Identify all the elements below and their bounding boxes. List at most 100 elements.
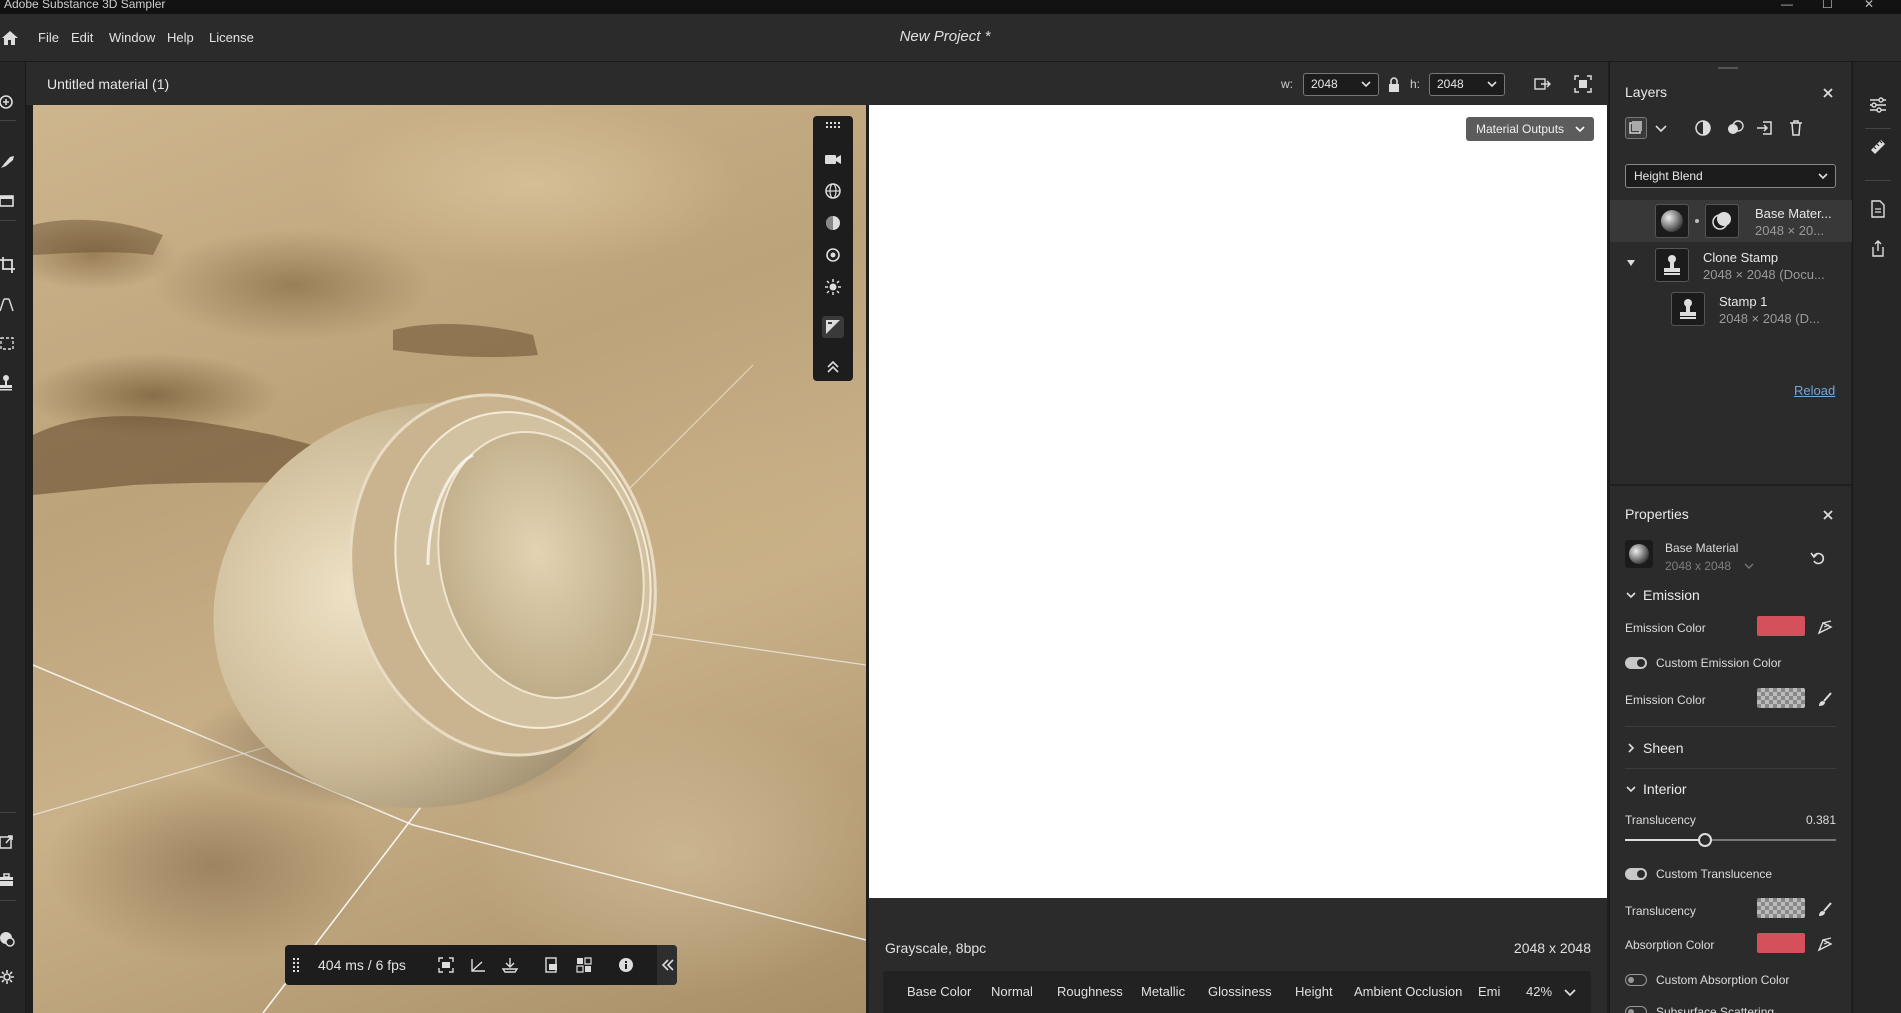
screenshot-icon[interactable] <box>543 956 561 974</box>
layer-size: 2048 × 20... <box>1755 223 1825 238</box>
custom-absorption-toggle[interactable] <box>1625 974 1647 986</box>
section-interior[interactable]: Interior <box>1625 781 1687 797</box>
tab-roughness[interactable]: Roughness <box>1057 984 1123 999</box>
menu-window[interactable]: Window <box>109 30 155 45</box>
chevron-right-icon <box>1625 742 1637 754</box>
environment-icon[interactable] <box>824 182 842 200</box>
settings-icon[interactable] <box>0 969 16 985</box>
toolbox-icon[interactable] <box>0 872 16 888</box>
tab-ambient-occlusion[interactable]: Ambient Occlusion <box>1354 984 1462 999</box>
menu-license[interactable]: License <box>209 30 254 45</box>
chevron-down-icon[interactable] <box>1563 985 1577 999</box>
fit-view-icon[interactable] <box>1574 75 1592 93</box>
section-emission[interactable]: Emission <box>1625 587 1700 603</box>
share-icon[interactable] <box>1869 240 1887 258</box>
subsurface-toggle[interactable] <box>1625 1006 1647 1013</box>
ground-icon[interactable] <box>501 956 519 974</box>
display-mode-icon[interactable] <box>822 316 844 338</box>
layer-item-base-material[interactable]: Base Mater... 2048 × 20... <box>1610 200 1852 242</box>
layers-title: Layers <box>1625 84 1668 100</box>
chevron-down-icon <box>1486 78 1498 90</box>
material-sphere-icon[interactable] <box>824 214 842 232</box>
rocket-icon[interactable] <box>0 154 16 170</box>
crop-icon[interactable] <box>0 257 16 273</box>
section-sheen[interactable]: Sheen <box>1625 740 1683 756</box>
layer-item-clone-stamp[interactable]: Clone Stamp 2048 × 2048 (Docu... <box>1610 244 1852 286</box>
lock-icon[interactable] <box>1387 77 1405 95</box>
tab-normal[interactable]: Normal <box>991 984 1033 999</box>
minimize-button[interactable]: — <box>1781 0 1793 11</box>
collapse-toolbar-button[interactable] <box>657 945 677 985</box>
color-picker-icon[interactable] <box>1817 936 1833 952</box>
ruler-icon[interactable] <box>1869 138 1887 156</box>
tab-glossiness[interactable]: Glossiness <box>1208 984 1272 999</box>
emission-color-swatch[interactable] <box>1757 616 1805 636</box>
document-icon[interactable] <box>1869 200 1887 218</box>
light-icon[interactable] <box>824 278 842 296</box>
2d-view[interactable] <box>869 105 1607 898</box>
compare-icon[interactable] <box>1534 75 1552 93</box>
camera-icon[interactable] <box>824 150 842 168</box>
reload-link[interactable]: Reload <box>1794 383 1835 398</box>
reset-icon[interactable] <box>1810 550 1826 566</box>
menu-edit[interactable]: Edit <box>71 30 93 45</box>
color-picker-icon[interactable] <box>1817 619 1833 635</box>
transform-icon[interactable] <box>0 336 16 352</box>
chevron-down-icon[interactable] <box>1744 561 1754 571</box>
zoom-level[interactable]: 42% <box>1526 984 1552 999</box>
panel-grip[interactable] <box>1718 67 1738 69</box>
grip-icon[interactable] <box>292 956 300 974</box>
tab-emission[interactable]: Emi <box>1478 984 1500 999</box>
rotate-light-icon[interactable] <box>824 246 842 264</box>
menu-file[interactable]: File <box>38 30 59 45</box>
3d-viewport[interactable] <box>33 105 866 1013</box>
emission-map-swatch[interactable] <box>1757 688 1805 708</box>
export-icon[interactable] <box>0 834 16 850</box>
close-window-button[interactable]: ✕ <box>1864 0 1874 11</box>
height-dropdown[interactable]: 2048 <box>1429 73 1505 96</box>
width-dropdown[interactable]: 2048 <box>1303 73 1379 96</box>
translucency-value[interactable]: 0.381 <box>1625 813 1836 827</box>
home-icon[interactable] <box>0 28 20 48</box>
materials-icon[interactable] <box>0 931 16 947</box>
library-icon[interactable] <box>0 193 16 209</box>
tab-base-color[interactable]: Base Color <box>907 984 971 999</box>
perspective-icon[interactable] <box>0 297 16 313</box>
tab-height[interactable]: Height <box>1295 984 1333 999</box>
blend-mode-dropdown[interactable]: Height Blend <box>1625 164 1836 188</box>
brush-icon[interactable] <box>1817 901 1833 917</box>
info-icon[interactable] <box>617 956 635 974</box>
tab-metallic[interactable]: Metallic <box>1141 984 1185 999</box>
brush-icon[interactable] <box>1817 691 1833 707</box>
import-icon[interactable] <box>1756 119 1774 137</box>
expand-triangle-icon[interactable] <box>1626 258 1636 268</box>
custom-translucence-toggle[interactable] <box>1625 868 1647 880</box>
frame-icon[interactable] <box>437 956 455 974</box>
translucency-slider[interactable] <box>1625 833 1836 847</box>
layer-item-stamp-1[interactable]: Stamp 1 2048 × 2048 (D... <box>1610 288 1852 330</box>
slider-handle[interactable] <box>1698 833 1713 847</box>
material-outputs-dropdown[interactable]: Material Outputs <box>1466 117 1594 141</box>
close-icon[interactable] <box>1821 86 1835 100</box>
layer-name: Stamp 1 <box>1719 294 1768 309</box>
filter-icon[interactable] <box>1726 119 1744 137</box>
chevron-down-icon[interactable] <box>1652 119 1670 137</box>
custom-emission-toggle[interactable] <box>1625 657 1647 669</box>
tiling-icon[interactable] <box>575 956 593 974</box>
material-header: Untitled material (1) w: 2048 h: 2048 <box>26 62 1608 105</box>
material-preview <box>33 219 866 1013</box>
absorption-color-swatch[interactable] <box>1757 933 1805 953</box>
collapse-up-icon[interactable] <box>824 358 842 376</box>
translucency-map-swatch[interactable] <box>1757 898 1805 918</box>
mask-icon[interactable] <box>1694 119 1712 137</box>
adjustments-icon[interactable] <box>1869 96 1887 114</box>
add-layer-icon[interactable] <box>1625 117 1647 139</box>
add-icon[interactable] <box>0 94 16 110</box>
close-icon[interactable] <box>1821 508 1835 522</box>
menu-help[interactable]: Help <box>167 30 194 45</box>
grip-icon[interactable] <box>824 118 842 132</box>
maximize-button[interactable]: ☐ <box>1822 0 1833 11</box>
clone-stamp-icon[interactable] <box>0 375 16 391</box>
axis-icon[interactable] <box>469 956 487 974</box>
delete-icon[interactable] <box>1787 119 1805 137</box>
